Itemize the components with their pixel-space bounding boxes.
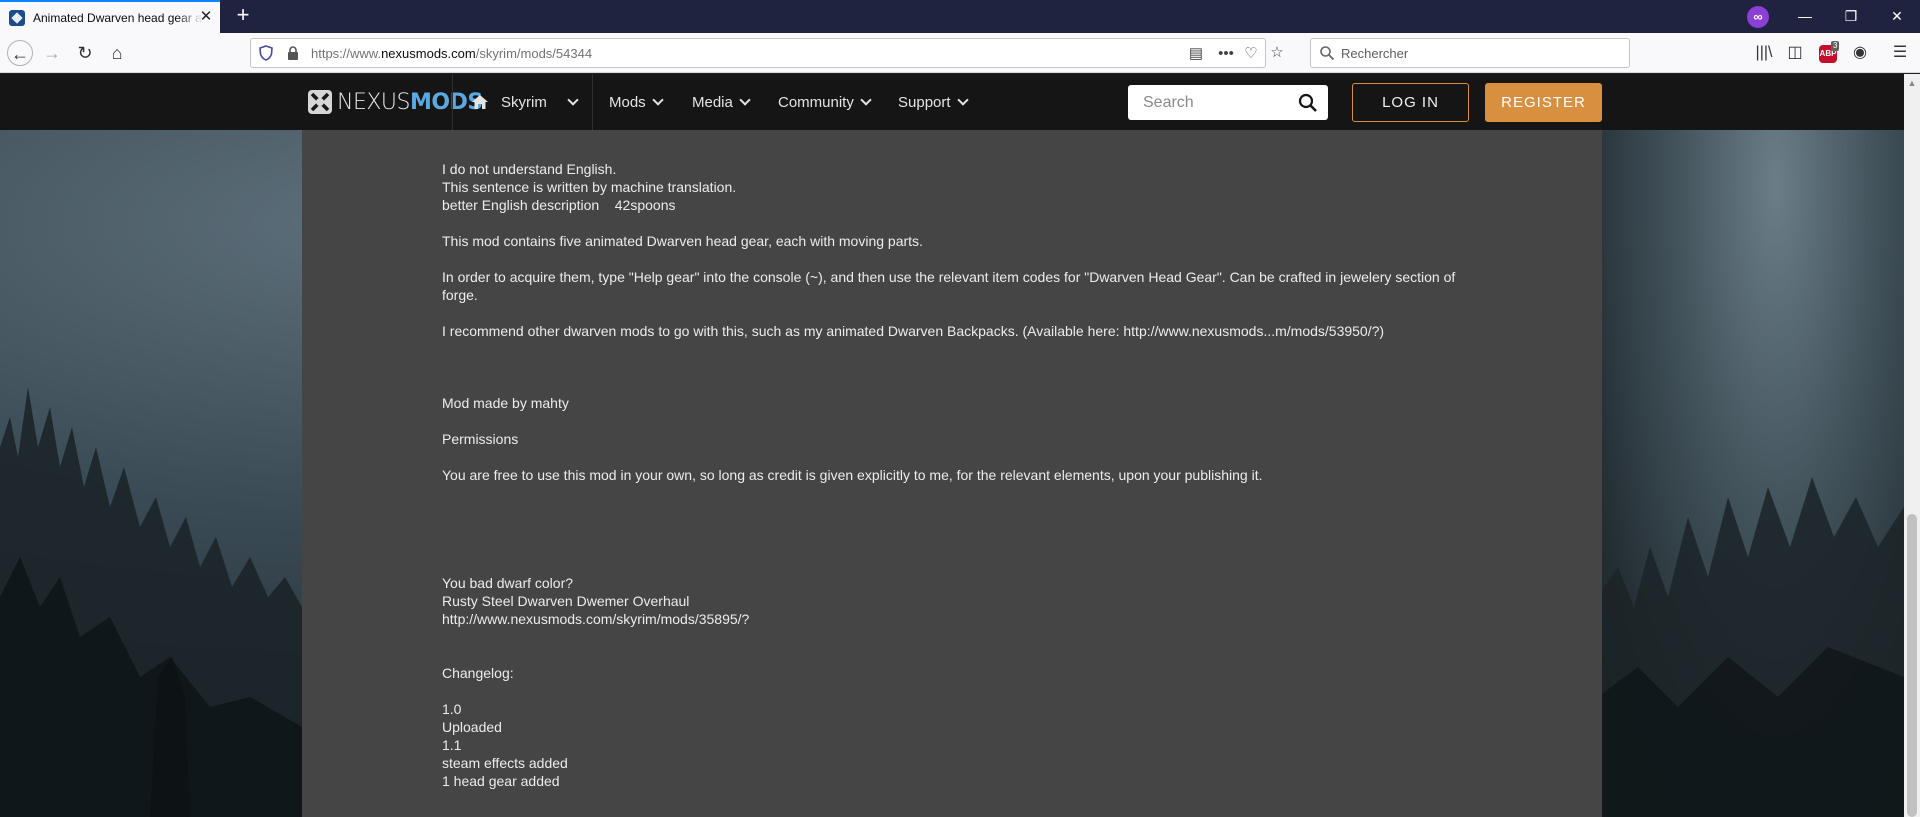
logo-wordmark: NEXUSMODS	[337, 89, 483, 115]
description-line: You bad dwarf color?	[442, 575, 574, 591]
restore-window-icon[interactable]: ❐	[1828, 0, 1874, 33]
description-line: Uploaded	[442, 719, 502, 735]
scroll-up-arrow-icon[interactable]: ▲	[1904, 78, 1920, 90]
site-search-box	[1128, 85, 1328, 120]
nexusmods-favicon-icon	[9, 9, 25, 26]
page-scrollbar[interactable]: ▲	[1904, 74, 1920, 817]
close-tab-icon[interactable]: ✕	[198, 9, 214, 25]
home-icon	[472, 95, 488, 109]
close-window-icon[interactable]: ✕	[1874, 0, 1920, 33]
description-line: You are free to use this mod in your own…	[442, 467, 1263, 483]
tab-title: Animated Dwarven head gear a	[33, 10, 202, 25]
browser-tab-strip: Animated Dwarven head gear a ✕ + ∞ — ❐ ✕	[0, 0, 1920, 33]
nav-media[interactable]: Media	[692, 74, 751, 130]
menu-icon[interactable]: ☰	[1887, 40, 1913, 66]
nexusmods-logo-icon	[308, 90, 332, 114]
account-icon[interactable]: ◉	[1847, 40, 1873, 66]
description-line: steam effects added	[442, 755, 568, 771]
private-browsing-icon: ∞	[1747, 6, 1769, 28]
description-line: 1.1	[442, 737, 462, 753]
forest-background-left	[0, 387, 302, 817]
pocket-icon[interactable]: ♡	[1241, 44, 1261, 64]
nav-game-skyrim[interactable]: Skyrim	[471, 74, 591, 130]
description-line: This mod contains five animated Dwarven …	[442, 233, 923, 249]
description-line: I recommend other dwarven mods to go wit…	[442, 323, 1385, 339]
forward-icon[interactable]: →	[39, 40, 65, 66]
search-icon[interactable]	[1298, 93, 1318, 113]
nav-support[interactable]: Support	[898, 74, 969, 130]
nav-support-label: Support	[898, 93, 951, 111]
description-line: This sentence is written by machine tran…	[442, 179, 737, 195]
register-button[interactable]: REGISTER	[1485, 83, 1602, 122]
description-line: Rusty Steel Dwarven Dwemer Overhaul	[442, 593, 690, 609]
url-text[interactable]: https://www.nexusmods.com/skyrim/mods/54…	[311, 46, 592, 61]
sidebar-icon[interactable]: ◫	[1782, 40, 1808, 66]
header-divider	[592, 74, 593, 130]
back-icon[interactable]: ←	[7, 40, 33, 66]
browser-search-placeholder: Rechercher	[1341, 46, 1409, 61]
nav-media-label: Media	[692, 93, 733, 111]
nav-mods[interactable]: Mods	[609, 74, 664, 130]
description-link[interactable]: http://www.nexusmods.com/skyrim/mods/358…	[442, 610, 1472, 628]
reader-view-icon[interactable]: ▤	[1186, 44, 1206, 64]
chevron-down-icon	[860, 93, 872, 106]
mod-description: I do not understand English. This senten…	[442, 160, 1472, 790]
chevron-down-icon	[567, 93, 579, 106]
description-line: 1.0	[442, 701, 462, 717]
description-line: Changelog:	[442, 665, 514, 681]
description-line: better English description 42spoons	[442, 197, 676, 213]
library-icon[interactable]: |||\	[1751, 40, 1777, 66]
minimize-window-icon[interactable]: —	[1782, 0, 1828, 33]
new-tab-icon[interactable]: +	[231, 4, 255, 28]
lock-icon[interactable]	[286, 46, 300, 60]
description-line: In order to acquire them, type "Help gea…	[442, 269, 1456, 303]
nav-community[interactable]: Community	[778, 74, 872, 130]
tracking-protection-shield-icon[interactable]	[259, 45, 273, 61]
site-header: NEXUSMODS Skyrim Mods Media Community Su…	[0, 74, 1904, 130]
login-button[interactable]: LOG IN	[1352, 83, 1469, 122]
description-line: Mod made by mahty	[442, 395, 569, 411]
reload-icon[interactable]: ↻	[72, 40, 98, 66]
site-search-input[interactable]	[1128, 85, 1288, 120]
browser-search-bar[interactable]: Rechercher	[1310, 38, 1630, 68]
chevron-down-icon	[956, 93, 969, 106]
nav-game-label: Skyrim	[501, 93, 547, 111]
nexusmods-logo[interactable]: NEXUSMODS	[307, 88, 483, 116]
nav-mods-label: Mods	[609, 93, 646, 111]
address-bar[interactable]: https://www.nexusmods.com/skyrim/mods/54…	[250, 38, 1284, 68]
chevron-down-icon	[652, 93, 664, 106]
browser-tab-active[interactable]: Animated Dwarven head gear a ✕	[0, 0, 220, 33]
description-line: I do not understand English.	[442, 161, 617, 177]
header-divider	[452, 74, 453, 130]
mod-description-panel: I do not understand English. This senten…	[302, 130, 1602, 817]
scrollbar-thumb[interactable]	[1907, 514, 1917, 817]
adblock-count-badge: 3	[1831, 41, 1840, 51]
description-line: Permissions	[442, 431, 519, 447]
nav-community-label: Community	[778, 93, 854, 111]
page-actions-icon[interactable]: •••	[1216, 44, 1236, 64]
description-line: 1 head gear added	[442, 773, 560, 789]
bookmark-star-icon[interactable]: ☆	[1267, 43, 1287, 63]
forest-background-right	[1598, 477, 1904, 817]
chevron-down-icon	[739, 93, 751, 106]
search-icon	[1320, 46, 1335, 61]
home-icon[interactable]: ⌂	[104, 40, 130, 66]
